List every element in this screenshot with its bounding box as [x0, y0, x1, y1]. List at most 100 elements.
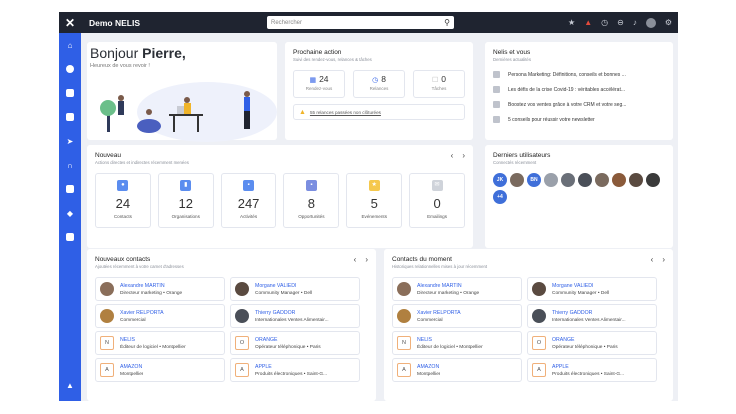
tile-emailings[interactable]: ✉ 0 Emailings: [409, 173, 465, 228]
tile-contacts[interactable]: ● 24 Contacts: [95, 173, 151, 228]
tile-activites[interactable]: ▪ 247 Activités: [220, 173, 277, 228]
next-arrow-icon[interactable]: ›: [662, 255, 665, 264]
news-item[interactable]: Les défis de la crise Covid-19 : véritab…: [493, 82, 665, 97]
card-subtitle: Connectés récemment: [493, 160, 537, 165]
tile-organisations[interactable]: ▮ 12 Organisations: [157, 173, 214, 228]
news-item[interactable]: Boostez vos ventes grâce à votre CRM et …: [493, 97, 665, 112]
star-icon: ★: [368, 180, 380, 191]
contact-icon[interactable]: [59, 57, 81, 81]
avatar[interactable]: [510, 173, 524, 187]
avatar[interactable]: [561, 173, 575, 187]
overdue-alert[interactable]: ▲ 55 relances passées non clôturées: [293, 104, 465, 120]
avatar: [235, 282, 249, 296]
avatar: [397, 309, 411, 323]
stat-taches[interactable]: ☐ 0 Tâches: [413, 70, 465, 98]
next-arrow-icon[interactable]: ›: [462, 151, 465, 160]
home-icon[interactable]: ⌂: [59, 33, 81, 57]
contact-grid: Alexandre MARTIN Directeur marketing • Or…: [95, 277, 368, 382]
contact-icon: ●: [117, 180, 129, 191]
contact-card[interactable]: Thierry GADDOR Internationales Ventes Ali…: [527, 304, 657, 328]
prev-arrow-icon[interactable]: ‹: [354, 255, 357, 264]
avatar[interactable]: [578, 173, 592, 187]
building-icon: ▮: [180, 180, 192, 191]
stat-rendezvous[interactable]: ▦ 24 Rendez-vous: [293, 70, 345, 98]
headset-icon[interactable]: ∩: [59, 153, 81, 177]
task-icon: ☐: [431, 77, 439, 84]
next-action-card: Prochaine action Suivi des rendez-vous, …: [285, 42, 473, 140]
avatar[interactable]: [629, 173, 643, 187]
contact-card[interactable]: Thierry GADDOR Internationales Ventes Ali…: [230, 304, 360, 328]
avatar[interactable]: [544, 173, 558, 187]
prev-arrow-icon[interactable]: ‹: [451, 151, 454, 160]
avatar: [235, 309, 249, 323]
org-card[interactable]: A APPLE Produits électroniques • Saint-G..…: [527, 358, 657, 382]
next-arrow-icon[interactable]: ›: [365, 255, 368, 264]
card-title: Nelis et vous: [493, 49, 531, 56]
minus-circle-icon[interactable]: ⊖: [617, 18, 624, 27]
org-card[interactable]: A APPLE Produits électroniques • Saint-G..…: [230, 358, 360, 382]
graduation-cap-icon[interactable]: ▲: [59, 373, 81, 397]
avatar: [100, 282, 114, 296]
search-input[interactable]: Rechercher ⚲: [267, 16, 454, 29]
stat-relances[interactable]: ◷ 8 Relances: [353, 70, 405, 98]
article-icon: [493, 101, 500, 108]
send-icon[interactable]: ➤: [59, 129, 81, 153]
top-icons: ★ ▲ ◷ ⊖ ♪ ⚙: [568, 12, 672, 33]
briefcase-icon: ▪: [305, 180, 317, 191]
org-card[interactable]: A AMAZON Montpellier: [392, 358, 522, 382]
warning-icon[interactable]: ▲: [584, 18, 592, 27]
history-icon[interactable]: ◷: [601, 18, 608, 27]
news-item[interactable]: Persona Marketing: Définitions, conseils…: [493, 67, 665, 82]
contact-card[interactable]: Xavier RELPORTA Commercial: [392, 304, 522, 328]
sidebar: ⌂ ➤ ∩ ◆ ▲: [59, 33, 81, 401]
contact-card[interactable]: Alexandre MARTIN Directeur marketing • Or…: [392, 277, 522, 301]
card-subtitle: Actions directes et indirectes récemment…: [95, 160, 189, 165]
org-initial: A: [397, 363, 411, 377]
warning-icon: ▲: [299, 108, 306, 116]
calendar-check-icon[interactable]: [59, 81, 81, 105]
search-icon[interactable]: ⚲: [444, 18, 450, 27]
card-title: Derniers utilisateurs: [493, 152, 551, 159]
contact-card[interactable]: Morgane VALIEDI Community Manager • Dell: [230, 277, 360, 301]
card-title: Nouveaux contacts: [95, 256, 151, 263]
briefcase-icon[interactable]: [59, 105, 81, 129]
document-icon[interactable]: [59, 177, 81, 201]
avatar[interactable]: JK: [493, 173, 507, 187]
card-subtitle: Ajoutées récemment à votre carnet d'adre…: [95, 264, 184, 269]
user-avatar-icon[interactable]: [645, 17, 656, 28]
layers-icon[interactable]: ◆: [59, 201, 81, 225]
tile-opportunites[interactable]: ▪ 8 Opportunités: [283, 173, 340, 228]
org-card[interactable]: O ORANGE Opérateur téléphonique • Paris: [527, 331, 657, 355]
org-initial: A: [532, 363, 546, 377]
alarm-icon: ◷: [372, 77, 379, 84]
org-initial: O: [235, 336, 249, 350]
tile-evenements[interactable]: ★ 5 Evénements: [346, 173, 403, 228]
contact-card[interactable]: Morgane VALIEDI Community Manager • Dell: [527, 277, 657, 301]
avatar[interactable]: [612, 173, 626, 187]
org-card[interactable]: O ORANGE Opérateur téléphonique • Paris: [230, 331, 360, 355]
calendar-icon: ▦: [309, 77, 317, 84]
user-name: Pierre,: [142, 45, 186, 61]
avatar: [532, 282, 546, 296]
org-card[interactable]: A AMAZON Montpellier: [95, 358, 225, 382]
avatar[interactable]: BN: [527, 173, 541, 187]
bookmark-icon[interactable]: [59, 225, 81, 249]
prev-arrow-icon[interactable]: ‹: [651, 255, 654, 264]
org-card[interactable]: N NELIS Éditeur de logiciel • Montpellier: [95, 331, 225, 355]
card-subtitle: Suivi des rendez-vous, relances & tâches: [293, 57, 372, 62]
app-title: Demo NELIS: [89, 17, 141, 28]
bell-icon[interactable]: ♪: [633, 18, 637, 27]
avatar[interactable]: [595, 173, 609, 187]
gear-icon[interactable]: ⚙: [665, 18, 672, 27]
logo-icon[interactable]: ✕: [59, 12, 81, 33]
more-users-badge[interactable]: +4: [493, 190, 507, 204]
news-item[interactable]: 5 conseils pour réussir votre newsletter: [493, 112, 665, 127]
contact-card[interactable]: Alexandre MARTIN Directeur marketing • Or…: [95, 277, 225, 301]
org-card[interactable]: N NELIS Éditeur de logiciel • Montpellier: [392, 331, 522, 355]
avatar: [100, 309, 114, 323]
article-icon: [493, 71, 500, 78]
avatar[interactable]: [646, 173, 660, 187]
contact-card[interactable]: Xavier RELPORTA Commercial: [95, 304, 225, 328]
star-icon[interactable]: ★: [568, 18, 575, 27]
greeting-card: Bonjour Pierre, Heureux de vous revoir !: [87, 42, 277, 142]
